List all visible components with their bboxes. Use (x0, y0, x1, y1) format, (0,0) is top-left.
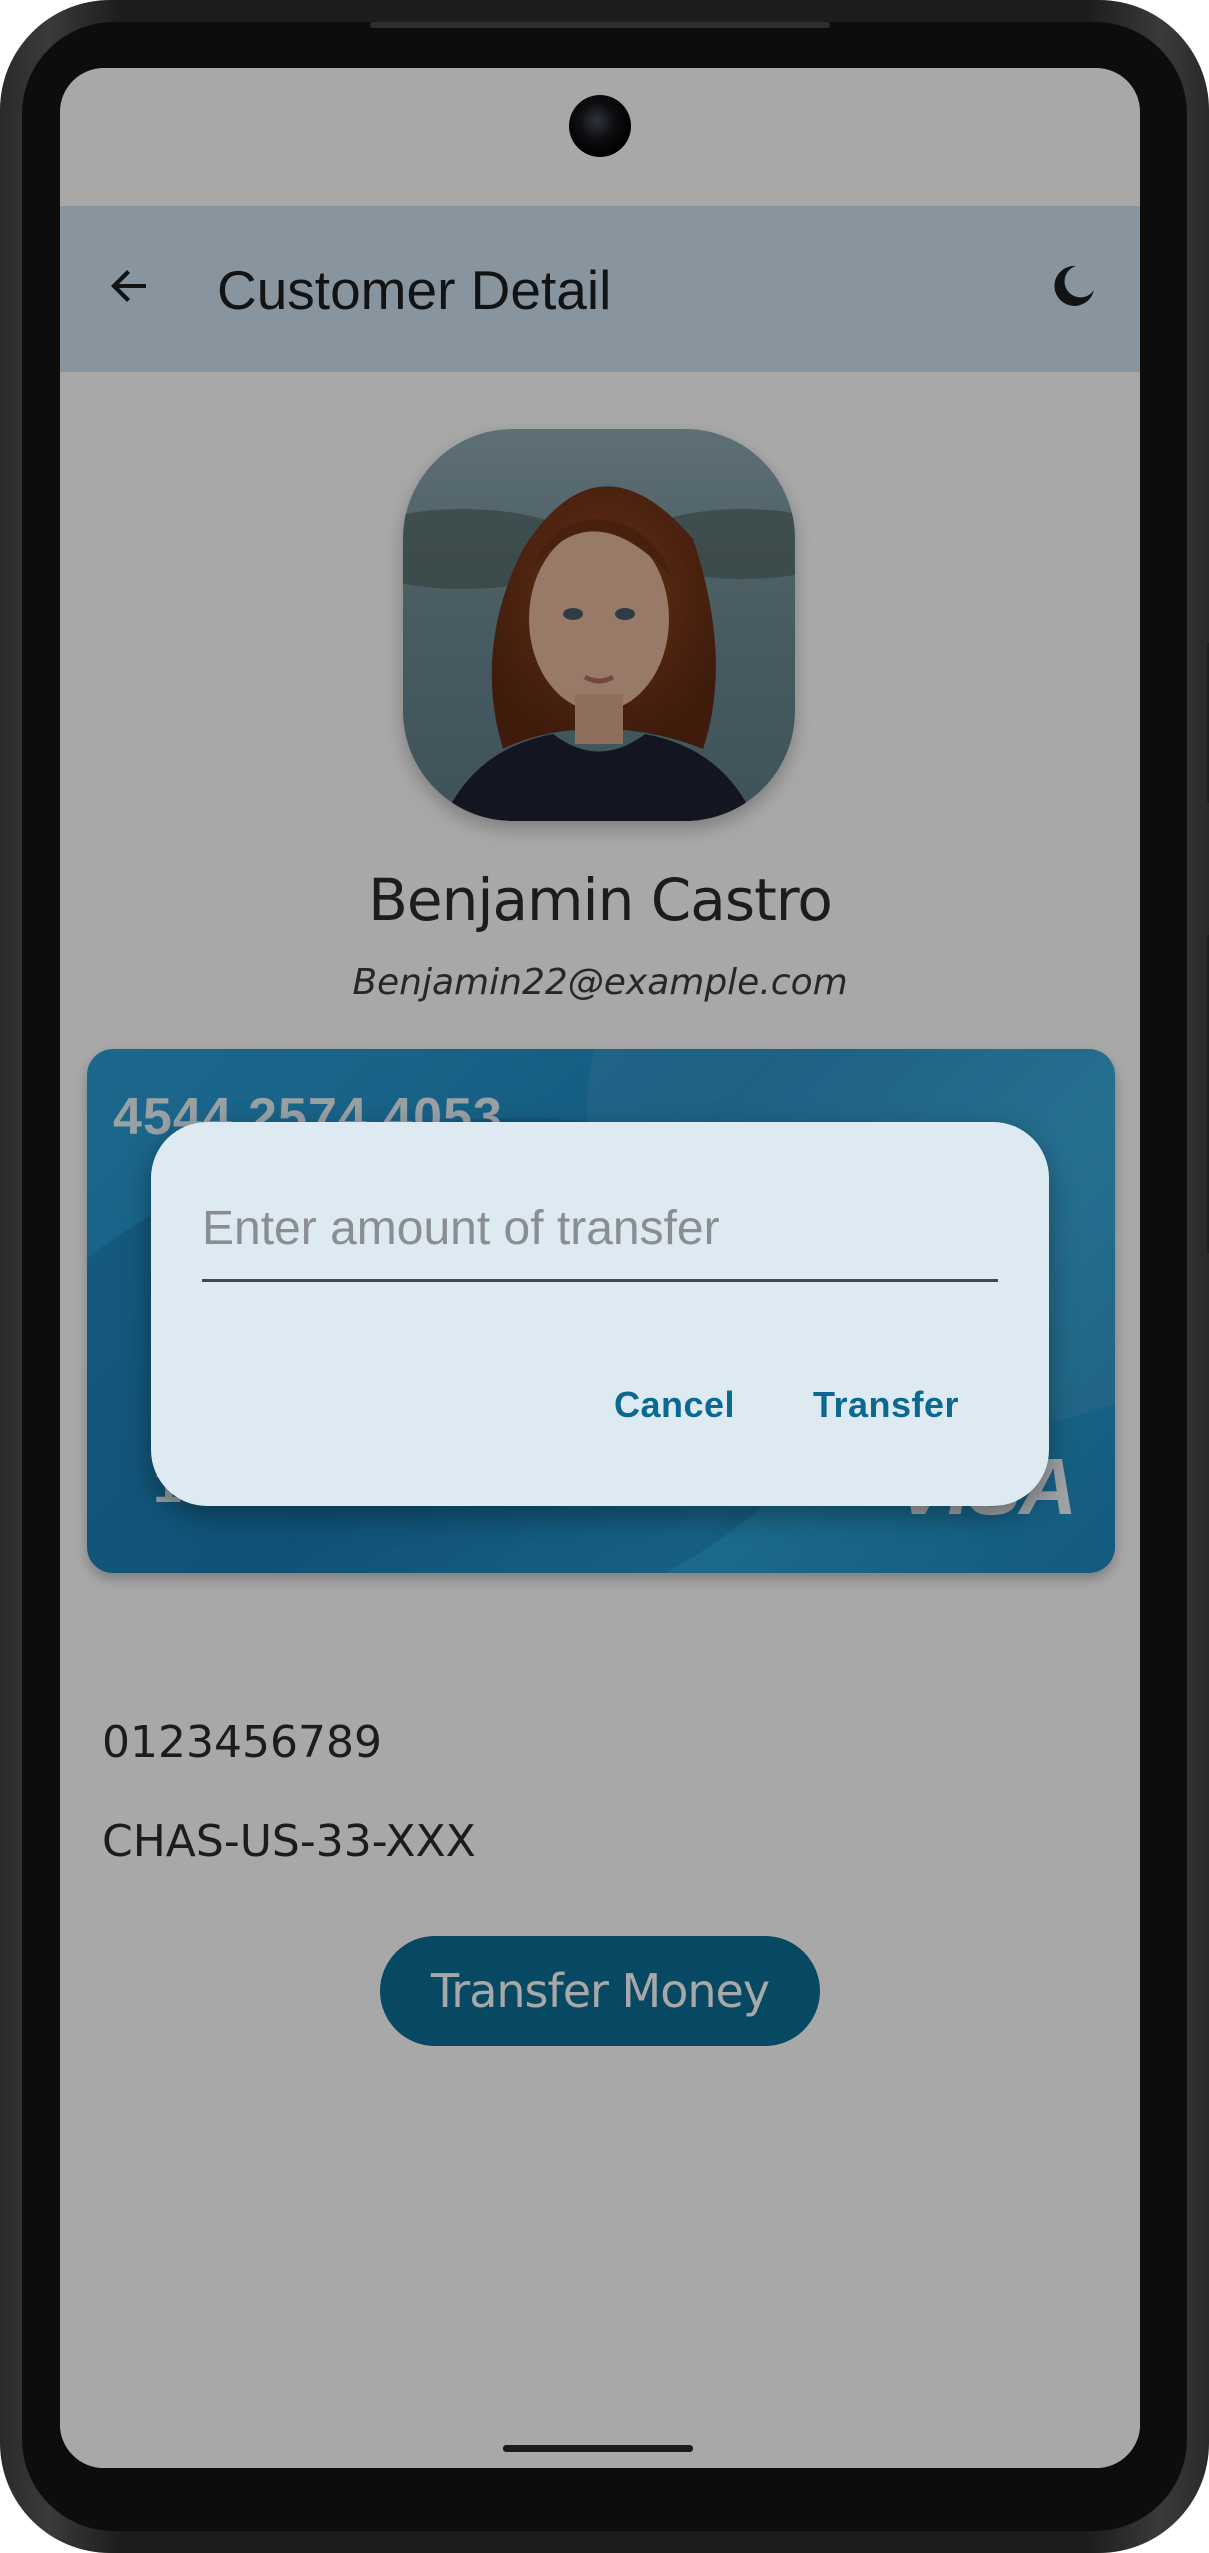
phone-frame: Benjamin Castro Benjamin22@example.com 4… (0, 0, 1209, 2553)
confirm-transfer-button[interactable]: Transfer (813, 1384, 959, 1426)
speaker-grille (370, 22, 830, 28)
screen: Benjamin Castro Benjamin22@example.com 4… (60, 68, 1140, 2468)
home-gesture-bar[interactable] (503, 2445, 693, 2452)
cancel-button[interactable]: Cancel (614, 1384, 735, 1426)
transfer-dialog: Cancel Transfer (151, 1122, 1049, 1506)
transfer-amount-input[interactable] (202, 1192, 998, 1282)
